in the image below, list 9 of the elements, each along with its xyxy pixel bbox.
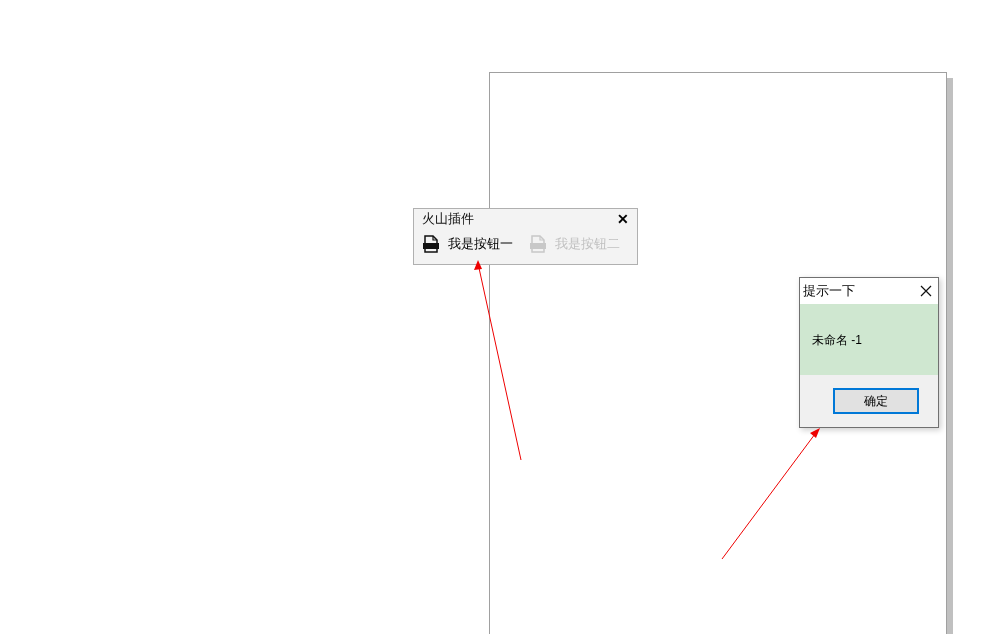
toolbar-button[interactable]: 我是按钮一 [422, 234, 513, 254]
message-text: 未命名 -1 [812, 331, 862, 349]
close-icon[interactable] [920, 285, 932, 297]
document-icon [529, 234, 547, 253]
toolbar-title: 火山插件 [422, 210, 474, 229]
ok-button[interactable]: 确定 [833, 388, 919, 414]
document-icon [422, 234, 440, 253]
close-button[interactable]: ✕ [617, 212, 629, 226]
dialog-title: 提示一下 [803, 282, 855, 301]
